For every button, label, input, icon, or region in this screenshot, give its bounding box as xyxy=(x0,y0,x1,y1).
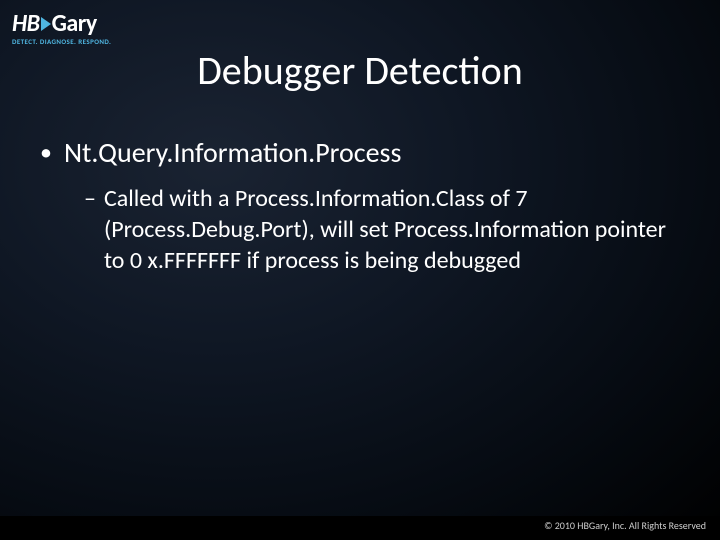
logo-gary: Gary xyxy=(52,12,97,36)
brand-logo: HB Gary DETECT. DIAGNOSE. RESPOND. xyxy=(12,12,111,46)
arrow-icon xyxy=(41,17,51,31)
bullet-2-text: Called with a Process.Information.Class … xyxy=(104,183,680,277)
bullet-level-2: – Called with a Process.Information.Clas… xyxy=(84,183,680,277)
logo-tagline: DETECT. DIAGNOSE. RESPOND. xyxy=(12,37,111,46)
slide-title: Debugger Detection xyxy=(0,46,720,95)
bullet-level-1: • Nt.Query.Information.Process xyxy=(40,135,680,171)
slide-content: • Nt.Query.Information.Process – Called … xyxy=(40,135,680,277)
logo-text: HB Gary xyxy=(12,12,111,36)
bullet-dash-icon: – xyxy=(84,183,96,277)
bullet-1-text: Nt.Query.Information.Process xyxy=(64,135,401,171)
logo-hb: HB xyxy=(12,12,40,36)
bullet-dot-icon: • xyxy=(40,135,52,171)
copyright-footer: © 2010 HBGary, Inc. All Rights Reserved xyxy=(544,519,706,532)
